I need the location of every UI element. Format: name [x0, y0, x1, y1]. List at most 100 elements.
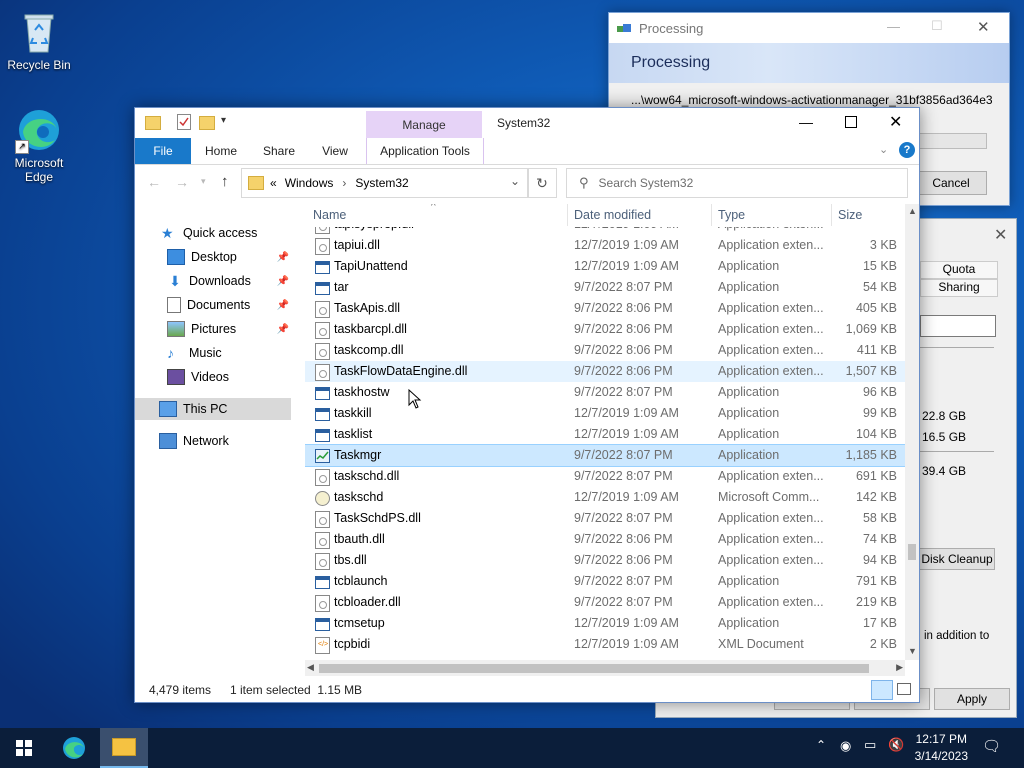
file-row[interactable]: tapiui.dll 12/7/2019 1:09 AM Application e… [305, 235, 905, 256]
breadcrumb-separator-icon: › [342, 176, 347, 190]
file-row[interactable]: TaskFlowDataEngine.dll 9/7/2022 8:06 PM Ap… [305, 361, 905, 382]
file-row[interactable]: Taskmgr 9/7/2022 8:07 PM Application 1,185 … [305, 444, 905, 467]
file-row[interactable]: tbs.dll 9/7/2022 8:06 PM Application exten… [305, 550, 905, 571]
pin-icon[interactable]: 📌 [277, 300, 289, 311]
tab-share[interactable]: Share [253, 138, 305, 164]
close-icon[interactable]: ✕ [889, 112, 902, 132]
file-row[interactable]: taskcomp.dll 9/7/2022 8:06 PM Application … [305, 340, 905, 361]
file-row[interactable]: taskschd.dll 9/7/2022 8:07 PM Application … [305, 466, 905, 487]
tab-application-tools[interactable]: Application Tools [366, 138, 484, 164]
file-row[interactable]: tbauth.dll 9/7/2022 8:06 PM Application ex… [305, 529, 905, 550]
breadcrumb-windows[interactable]: Windows [285, 176, 334, 190]
pin-icon[interactable]: 📌 [277, 324, 289, 335]
column-date[interactable]: Date modified [574, 208, 651, 222]
pin-icon[interactable]: 📌 [277, 276, 289, 287]
new-folder-quick-icon[interactable] [199, 116, 215, 130]
large-icons-view-icon[interactable] [897, 683, 911, 695]
column-size[interactable]: Size [838, 208, 862, 222]
up-arrow-icon[interactable]: ↑ [221, 173, 229, 190]
label-field[interactable] [920, 315, 996, 337]
pin-icon[interactable]: 📌 [277, 252, 289, 263]
file-row[interactable]: taskkill 12/7/2019 1:09 AM Application 99 K… [305, 403, 905, 424]
tab-view[interactable]: View [311, 138, 359, 164]
nav-quick-access[interactable]: ★ Quick access [161, 222, 319, 244]
clock-time: 12:17 PM [915, 732, 967, 746]
system-clock[interactable]: 12:17 PM 3/14/2023 [915, 731, 968, 765]
file-row[interactable]: taskschd 12/7/2019 1:09 AM Microsoft Comm.… [305, 487, 905, 508]
volume-muted-icon[interactable]: 🔇 [888, 737, 904, 753]
expand-ribbon-icon[interactable]: ⌄ [879, 143, 888, 156]
address-prefix[interactable]: « [270, 176, 277, 190]
vertical-scrollbar[interactable]: ▲ ▼ [905, 204, 919, 660]
nav-pictures[interactable]: Pictures 📌 [167, 318, 291, 340]
recent-locations-icon[interactable]: ▾ [201, 176, 206, 187]
column-divider[interactable] [831, 204, 832, 226]
refresh-button[interactable]: ↻ [527, 168, 557, 198]
minimize-icon[interactable]: — [799, 114, 813, 130]
tab-sharing[interactable]: Sharing [920, 279, 998, 297]
address-bar[interactable]: « Windows › System32 ⌄ [241, 168, 529, 198]
nav-documents[interactable]: Documents 📌 [167, 294, 291, 316]
tab-home[interactable]: Home [195, 138, 247, 164]
column-type[interactable]: Type [718, 208, 745, 222]
desktop-icon-recycle-bin[interactable]: Recycle Bin [1, 8, 77, 72]
apply-button[interactable]: Apply [934, 688, 1010, 710]
network-status-icon[interactable]: ▭ [864, 737, 876, 753]
show-hidden-icons-icon[interactable]: ⌃ [816, 738, 826, 752]
nav-this-pc[interactable]: This PC [135, 398, 291, 420]
scroll-up-icon[interactable]: ▲ [908, 206, 917, 216]
file-row[interactable]: TapiUnattend 12/7/2019 1:09 AM Application… [305, 256, 905, 277]
scroll-down-icon[interactable]: ▼ [908, 646, 917, 656]
desktop-icon-edge[interactable]: ↗ Microsoft Edge [1, 106, 77, 184]
customize-qat-icon[interactable]: ▾ [221, 115, 226, 126]
column-divider[interactable] [567, 204, 568, 226]
back-arrow-icon[interactable]: ← [147, 174, 161, 190]
file-date: 9/7/2022 8:06 PM [574, 532, 673, 546]
file-row[interactable]: taskbarcpl.dll 9/7/2022 8:06 PM Applicatio… [305, 319, 905, 340]
tab-quota[interactable]: Quota [920, 261, 998, 279]
notifications-icon[interactable]: 🗨 [982, 737, 1001, 755]
maximize-icon[interactable]: ☐ [931, 18, 943, 34]
file-row[interactable]: tar 9/7/2022 8:07 PM Application 54 KB [305, 277, 905, 298]
file-row[interactable]: TaskSchdPS.dll 9/7/2022 8:07 PM Applicatio… [305, 508, 905, 529]
nav-desktop[interactable]: Desktop 📌 [167, 246, 291, 268]
manage-context-tab[interactable]: Manage [366, 111, 482, 139]
nav-network[interactable]: Network [159, 430, 317, 452]
file-row[interactable]: taskhostw 9/7/2022 8:07 PM Application 96 K… [305, 382, 905, 403]
file-row[interactable]: </> tcpbidi 12/7/2019 1:09 AM XML Document 2… [305, 634, 905, 655]
properties-quick-icon[interactable] [177, 114, 191, 130]
file-row[interactable]: tasklist 12/7/2019 1:09 AM Application 104 … [305, 424, 905, 445]
scroll-right-icon[interactable]: ▶ [896, 662, 903, 673]
file-row[interactable]: tcblaunch 9/7/2022 8:07 PM Application 791 … [305, 571, 905, 592]
details-view-icon[interactable] [871, 680, 893, 700]
maximize-icon[interactable] [845, 116, 857, 128]
address-dropdown-icon[interactable]: ⌄ [510, 174, 520, 188]
horizontal-scrollbar[interactable]: ◀ ▶ [305, 660, 905, 676]
breadcrumb-system32[interactable]: System32 [355, 176, 408, 190]
file-row[interactable]: TaskApis.dll 9/7/2022 8:06 PM Application … [305, 298, 905, 319]
taskbar-edge[interactable] [50, 728, 98, 768]
help-icon[interactable]: ? [899, 142, 915, 158]
nav-videos[interactable]: Videos [167, 366, 325, 388]
close-icon[interactable]: ✕ [994, 225, 1007, 245]
disk-cleanup-button[interactable]: Disk Cleanup [919, 548, 995, 570]
column-divider[interactable] [711, 204, 712, 226]
tab-file[interactable]: File [135, 138, 191, 164]
nav-downloads[interactable]: ⬇ Downloads 📌 [167, 270, 291, 292]
file-row[interactable]: tcbloader.dll 9/7/2022 8:07 PM Application… [305, 592, 905, 613]
search-input[interactable]: ⚲ Search System32 [566, 168, 908, 198]
scroll-thumb[interactable] [908, 544, 916, 560]
scroll-left-icon[interactable]: ◀ [307, 662, 314, 673]
cancel-button[interactable]: Cancel [915, 171, 987, 195]
h-scroll-thumb[interactable] [319, 664, 869, 673]
column-name[interactable]: Name [313, 208, 346, 222]
nav-music[interactable]: ♪ Music [167, 342, 325, 364]
minimize-icon[interactable]: — [887, 19, 900, 34]
meet-now-icon[interactable]: ◉ [840, 738, 851, 754]
close-icon[interactable]: ✕ [977, 18, 990, 36]
forward-arrow-icon[interactable]: → [175, 174, 189, 190]
file-row[interactable]: tcmsetup 12/7/2019 1:09 AM Application 17 K… [305, 613, 905, 634]
item-count: 4,479 items [149, 683, 212, 697]
start-button[interactable] [0, 728, 48, 768]
taskbar-file-explorer[interactable] [100, 728, 148, 768]
